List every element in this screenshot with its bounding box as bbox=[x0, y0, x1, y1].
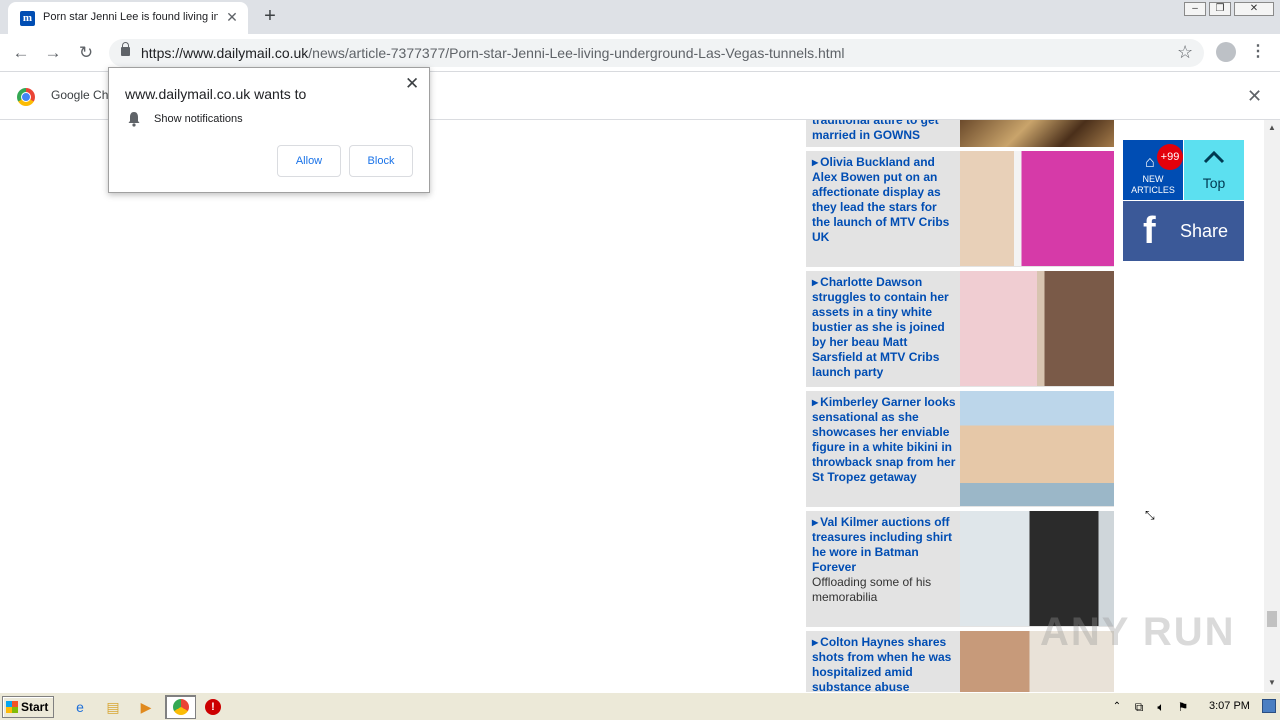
article-headline[interactable]: Colton Haynes shares shots from when he … bbox=[812, 635, 958, 692]
share-label: Share bbox=[1180, 221, 1229, 241]
taskbar-clock: 3:07 PM bbox=[1209, 700, 1250, 712]
back-to-top-button[interactable]: Top bbox=[1184, 140, 1244, 200]
article-item[interactable]: Charlotte Dawson struggles to contain he… bbox=[806, 271, 1114, 387]
infobar-close-icon[interactable]: ✕ bbox=[1247, 86, 1262, 107]
article-thumbnail[interactable] bbox=[960, 511, 1114, 626]
infobar-text: Google Ch bbox=[51, 88, 109, 102]
page-content: traditional attire to get married in GOW… bbox=[0, 120, 1264, 692]
top-label: Top bbox=[1202, 175, 1226, 191]
mouse-cursor-icon: ⤡ bbox=[1145, 508, 1155, 522]
bookmark-star-icon[interactable]: ☆ bbox=[1177, 42, 1193, 63]
action-center-flag-icon[interactable]: ⚑ bbox=[1174, 698, 1192, 716]
windows-logo-icon bbox=[6, 701, 18, 713]
page-scrollbar[interactable]: ▲ ▼ bbox=[1264, 120, 1280, 692]
new-articles-label: NEW ARTICLES bbox=[1131, 174, 1175, 195]
article-thumbnail[interactable] bbox=[960, 151, 1114, 266]
article-thumbnail[interactable] bbox=[960, 271, 1114, 386]
taskbar-chrome-button[interactable] bbox=[165, 695, 196, 719]
home-icon: ⌂ bbox=[1145, 154, 1155, 171]
dialog-title: www.dailymail.co.uk wants to bbox=[125, 86, 307, 102]
article-headline[interactable]: traditional attire to get married in GOW… bbox=[812, 120, 958, 143]
tab-close-icon[interactable]: ✕ bbox=[224, 9, 240, 25]
start-button[interactable]: Start bbox=[2, 696, 54, 718]
profile-avatar-icon[interactable] bbox=[1216, 42, 1236, 62]
facebook-share-button[interactable]: f Share bbox=[1123, 201, 1244, 261]
tab-title: Porn star Jenni Lee is found living in bbox=[43, 11, 218, 23]
article-headline[interactable]: Kimberley Garner looks sensational as sh… bbox=[812, 395, 958, 485]
article-thumbnail[interactable] bbox=[960, 391, 1114, 506]
folder-icon[interactable]: ▤ bbox=[104, 698, 122, 716]
url-domain: https://www.dailymail.co.uk bbox=[141, 45, 309, 61]
scrollbar-thumb[interactable] bbox=[1267, 611, 1277, 627]
facebook-icon: f bbox=[1143, 210, 1156, 252]
article-item[interactable]: Olivia Buckland and Alex Bowen put on an… bbox=[806, 151, 1114, 267]
minimize-button[interactable]: – bbox=[1184, 2, 1206, 16]
tray-expand-icon[interactable]: ⌃ bbox=[1108, 698, 1126, 716]
chrome-icon bbox=[173, 699, 189, 715]
article-subtext: Offloading some of his memorabilia bbox=[812, 575, 932, 604]
url-path: /news/article-7377377/Porn-star-Jenni-Le… bbox=[308, 45, 845, 61]
article-headline[interactable]: Olivia Buckland and Alex Bowen put on an… bbox=[812, 155, 958, 245]
browser-tab[interactable]: m Porn star Jenni Lee is found living in… bbox=[8, 2, 248, 34]
lock-icon[interactable] bbox=[121, 42, 130, 56]
article-headline[interactable]: Val Kilmer auctions off treasures includ… bbox=[812, 515, 958, 575]
reload-icon[interactable]: ↻ bbox=[75, 42, 97, 64]
show-desktop-icon[interactable] bbox=[1262, 699, 1276, 713]
chrome-logo-icon bbox=[17, 88, 35, 106]
dailymail-favicon-icon: m bbox=[20, 11, 35, 26]
windows-taskbar: Start e ▤ ▶ ! ⌃ ⧉ 🔈︎ ⚑ 3:07 PM bbox=[0, 692, 1280, 720]
restore-button[interactable]: ❐ bbox=[1209, 2, 1231, 16]
address-bar[interactable]: https://www.dailymail.co.uk/news/article… bbox=[109, 39, 1204, 67]
window-close-button[interactable]: ✕ bbox=[1234, 2, 1274, 16]
permission-text: Show notifications bbox=[154, 113, 243, 125]
back-arrow-icon[interactable]: ← bbox=[10, 42, 32, 64]
block-button[interactable]: Block bbox=[349, 145, 413, 177]
bell-icon bbox=[128, 112, 140, 127]
new-tab-button[interactable]: + bbox=[260, 6, 280, 26]
anyrun-watermark: ANY RUN bbox=[1040, 610, 1236, 654]
scroll-up-icon[interactable]: ▲ bbox=[1268, 123, 1276, 132]
media-player-icon[interactable]: ▶ bbox=[137, 698, 155, 716]
article-item[interactable]: Kimberley Garner looks sensational as sh… bbox=[806, 391, 1114, 507]
new-articles-button[interactable]: ⌂ +99 NEW ARTICLES bbox=[1123, 140, 1183, 200]
network-icon[interactable]: ⧉ bbox=[1130, 698, 1148, 716]
kebab-menu-icon[interactable]: ⋮ bbox=[1250, 41, 1266, 61]
dialog-close-icon[interactable]: ✕ bbox=[405, 74, 419, 94]
warning-app-icon[interactable]: ! bbox=[205, 699, 221, 715]
chevron-up-icon bbox=[1203, 150, 1225, 164]
new-articles-badge: +99 bbox=[1157, 144, 1183, 170]
start-label: Start bbox=[21, 700, 49, 714]
system-tray: ⌃ ⧉ 🔈︎ ⚑ bbox=[1104, 696, 1280, 718]
tab-strip: m Porn star Jenni Lee is found living in… bbox=[0, 0, 1280, 34]
volume-icon[interactable]: 🔈︎ bbox=[1152, 698, 1170, 716]
article-partial[interactable]: traditional attire to get married in GOW… bbox=[806, 120, 1114, 147]
internet-explorer-icon[interactable]: e bbox=[71, 698, 89, 716]
url-text[interactable]: https://www.dailymail.co.uk/news/article… bbox=[141, 45, 844, 61]
notification-permission-dialog: www.dailymail.co.uk wants to ✕ Show noti… bbox=[108, 67, 430, 193]
forward-arrow-icon[interactable]: → bbox=[42, 42, 64, 64]
article-thumbnail[interactable] bbox=[960, 120, 1114, 147]
scroll-down-icon[interactable]: ▼ bbox=[1268, 678, 1276, 687]
allow-button[interactable]: Allow bbox=[277, 145, 341, 177]
article-headline[interactable]: Charlotte Dawson struggles to contain he… bbox=[812, 275, 958, 380]
